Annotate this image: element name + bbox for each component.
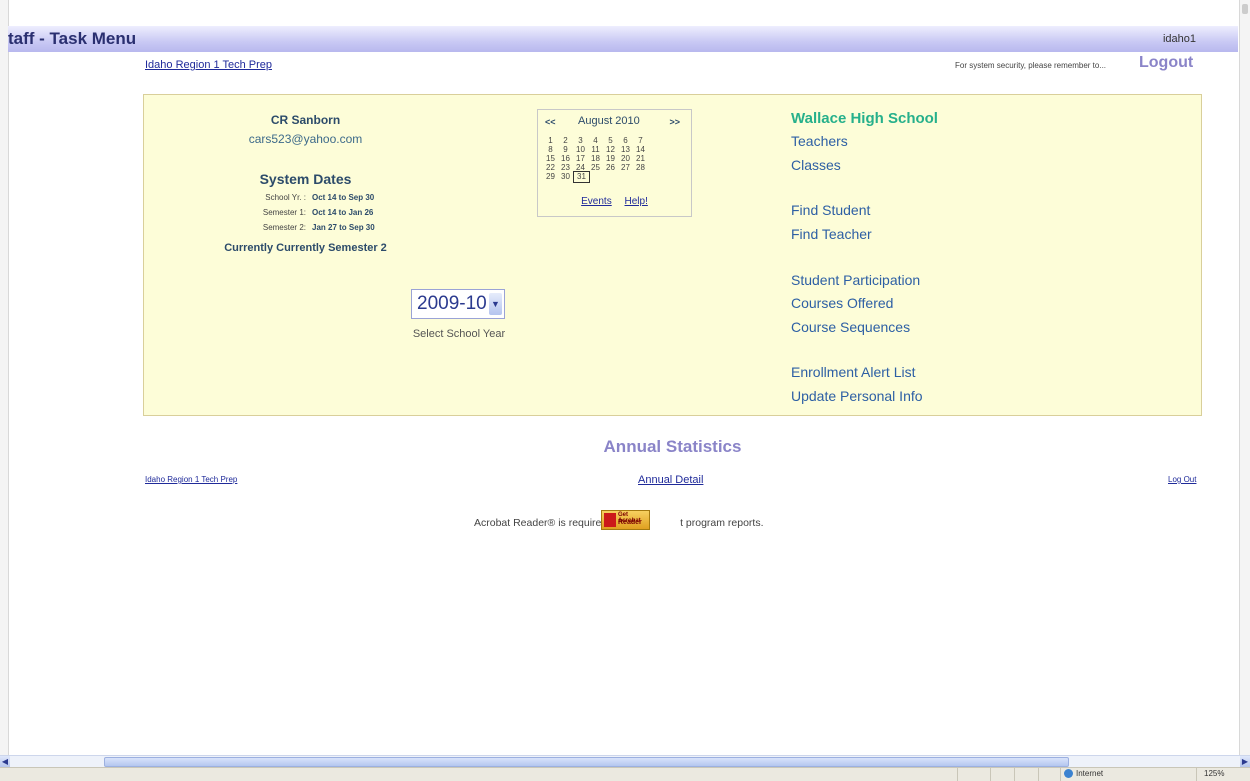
adobe-logo-icon — [604, 513, 616, 527]
username-label: idaho1 — [1162, 33, 1196, 45]
school-year-value: 2009-10 — [417, 293, 487, 314]
status-divider — [1060, 768, 1061, 781]
system-date-row: Semester 2: Jan 27 to Sep 30 — [184, 223, 434, 232]
calendar-day[interactable]: 29 — [543, 172, 558, 181]
calendar-day[interactable]: 30 — [558, 172, 573, 181]
annual-statistics-title: Annual Statistics — [603, 437, 742, 456]
calendar-week-row: 1234567 — [543, 130, 690, 145]
calendar-grid: 1 2 3 4 5 6 7 8 9 10 11 12 13 14 15 16 17 18 19 20 21 22 23 24 2… — [543, 130, 690, 183]
status-divider — [990, 768, 991, 781]
menu-classes[interactable]: Classes — [791, 157, 841, 173]
acrobat-notice-end: t program reports. — [680, 517, 764, 529]
menu-update-personal-info[interactable]: Update Personal Info — [791, 388, 923, 404]
calendar-day[interactable]: 27 — [618, 163, 633, 172]
header-bar: taff - Task Menu idaho1 — [8, 26, 1238, 52]
menu-teachers[interactable]: Teachers — [791, 133, 848, 149]
calendar-week-row: 15 16 17 18 19 20 21 — [543, 148, 690, 163]
status-divider — [1196, 768, 1197, 781]
chevron-down-icon[interactable]: ▼ — [489, 293, 502, 315]
user-email: cars523@yahoo.com — [248, 132, 363, 146]
acrobat-badge-bottom-text: Reader — [618, 519, 642, 526]
calendar-events-link[interactable]: Events — [581, 196, 612, 207]
annual-detail-link[interactable]: Annual Detail — [638, 474, 703, 486]
system-date-value: Oct 14 to Sep 30 — [312, 193, 375, 202]
current-semester: Currently Currently Semester 2 — [224, 242, 387, 254]
system-date-row: School Yr. : Oct 14 to Sep 30 — [184, 193, 434, 202]
logout-button[interactable]: Logout — [1139, 54, 1193, 72]
scrollbar-thumb[interactable] — [104, 757, 1069, 767]
footer-site-link[interactable]: Idaho Region 1 Tech Prep — [145, 475, 237, 484]
window-corner-nub — [1242, 4, 1248, 14]
calendar-prev-button[interactable]: << — [545, 117, 556, 127]
calendar-next-button[interactable]: >> — [669, 117, 680, 127]
calendar-header: << August 2010 >> — [538, 115, 691, 129]
system-dates-title: System Dates — [259, 171, 352, 187]
system-date-label: Semester 1: — [262, 208, 306, 217]
calendar-week-row: 22 23 24 25 26 27 28 — [543, 157, 690, 172]
window-top-frame — [0, 0, 1250, 18]
system-date-value: Jan 27 to Sep 30 — [312, 223, 375, 232]
security-note: For system security, please remember to.… — [955, 61, 1107, 70]
menu-find-student[interactable]: Find Student — [791, 202, 870, 218]
school-year-select[interactable]: 2009-10 ▼ — [411, 289, 505, 319]
calendar-month-label: August 2010 — [578, 115, 640, 127]
status-divider — [1014, 768, 1015, 781]
get-acrobat-reader-button[interactable]: Get Acrobat Reader — [601, 510, 650, 530]
window-left-frame — [0, 0, 9, 760]
window-right-frame — [1239, 0, 1250, 760]
mini-calendar: << August 2010 >> 1 2 3 4 5 6 7 8 9 10 11 12 13 14 15 1… — [537, 109, 692, 217]
menu-course-sequences[interactable]: Course Sequences — [791, 319, 910, 335]
calendar-day[interactable]: 26 — [603, 163, 618, 172]
menu-school-link[interactable]: Wallace High School — [791, 110, 938, 127]
calendar-help-link[interactable]: Help! — [625, 196, 648, 207]
zoom-level[interactable]: 125% — [1204, 769, 1224, 778]
status-bar: Internet 125% — [0, 767, 1250, 781]
calendar-today[interactable]: 31 — [573, 171, 590, 183]
menu-enrollment-alert-list[interactable]: Enrollment Alert List — [791, 364, 916, 380]
security-zone-label: Internet — [1076, 769, 1104, 778]
site-home-link[interactable]: Idaho Region 1 Tech Prep — [145, 59, 272, 71]
system-date-label: Semester 2: — [262, 223, 306, 232]
system-date-row: Semester 1: Oct 14 to Jan 26 — [184, 208, 434, 217]
main-panel: CR Sanborn cars523@yahoo.com System Date… — [143, 94, 1202, 416]
menu-find-teacher[interactable]: Find Teacher — [791, 226, 872, 242]
system-date-value: Oct 14 to Jan 26 — [312, 208, 374, 217]
status-divider — [1038, 768, 1039, 781]
user-name: CR Sanborn — [270, 113, 341, 127]
page-title: taff - Task Menu — [8, 29, 137, 48]
menu-courses-offered[interactable]: Courses Offered — [791, 295, 893, 311]
status-divider — [957, 768, 958, 781]
security-zone: Internet — [1064, 769, 1104, 779]
calendar-day[interactable]: 28 — [633, 163, 648, 172]
system-date-label: School Yr. : — [265, 193, 306, 202]
globe-icon — [1064, 769, 1073, 779]
calendar-links: Events Help! — [538, 196, 691, 207]
calendar-week-row: 8 9 10 11 12 13 14 — [543, 139, 690, 154]
school-year-label: Select School Year — [412, 328, 506, 340]
footer-logout-link[interactable]: Log Out — [1168, 475, 1196, 484]
calendar-day[interactable]: 25 — [588, 163, 603, 172]
menu-student-participation[interactable]: Student Participation — [791, 272, 920, 288]
